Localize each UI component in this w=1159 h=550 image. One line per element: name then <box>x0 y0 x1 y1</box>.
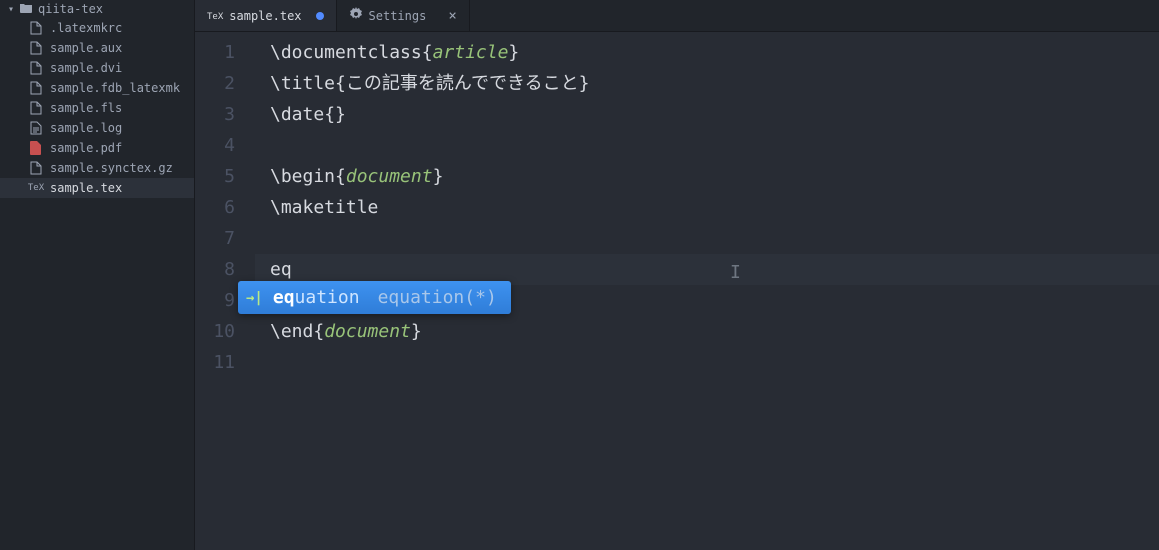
file-name-label: sample.fls <box>50 101 122 115</box>
folder-name: qiita-tex <box>38 2 103 16</box>
line-number: 11 <box>195 347 235 378</box>
line-number: 8 <box>195 254 235 285</box>
file-name-label: sample.tex <box>50 181 122 195</box>
token-cmd: \title <box>270 73 335 94</box>
log-file-icon <box>28 121 44 135</box>
token-brace: { <box>335 166 346 187</box>
tree-file-item[interactable]: .latexmkrc <box>0 18 194 38</box>
tree-file-item[interactable]: sample.aux <box>0 38 194 58</box>
folder-icon <box>20 2 32 16</box>
chevron-down-icon: ▾ <box>8 4 18 15</box>
code-line[interactable]: \documentclass{article} <box>255 37 1159 68</box>
tree-file-item[interactable]: sample.synctex.gz <box>0 158 194 178</box>
pdf-file-icon <box>28 141 44 155</box>
code-line[interactable] <box>255 130 1159 161</box>
settings-icon <box>349 7 363 24</box>
token-brace: { <box>313 321 324 342</box>
modified-indicator-icon <box>316 12 324 20</box>
line-number: 7 <box>195 223 235 254</box>
token-brace: } <box>579 73 590 94</box>
code-line[interactable]: \end{document} <box>255 316 1159 347</box>
code-line[interactable]: \maketitle <box>255 192 1159 223</box>
close-icon[interactable]: × <box>448 8 456 24</box>
tree-file-item[interactable]: TeX sample.tex <box>0 178 194 198</box>
tab-label: sample.tex <box>229 9 301 23</box>
file-file-icon <box>28 101 44 115</box>
code-line[interactable] <box>255 223 1159 254</box>
line-number: 3 <box>195 99 235 130</box>
file-file-icon <box>28 41 44 55</box>
tree-file-item[interactable]: sample.pdf <box>0 138 194 158</box>
autocomplete-popup[interactable]: →| equation equation(*) <box>238 281 511 314</box>
autocomplete-match: eq <box>273 287 295 308</box>
tab-bar: TeX sample.tex Settings × <box>195 0 1159 32</box>
token-cmd: \begin <box>270 166 335 187</box>
file-file-icon <box>28 21 44 35</box>
line-number: 6 <box>195 192 235 223</box>
token-cmd: \documentclass <box>270 42 422 63</box>
line-number: 1 <box>195 37 235 68</box>
code-line[interactable] <box>255 347 1159 378</box>
file-name-label: sample.aux <box>50 41 122 55</box>
token-cmd: \end <box>270 321 313 342</box>
token-brace: {} <box>324 104 346 125</box>
line-number: 10 <box>195 316 235 347</box>
tab-label: Settings <box>369 9 427 23</box>
file-name-label: sample.dvi <box>50 61 122 75</box>
token-brace: { <box>335 73 346 94</box>
file-name-label: sample.log <box>50 121 122 135</box>
code-line[interactable]: \title{この記事を読んでできること} <box>255 68 1159 99</box>
autocomplete-rest: uation <box>295 287 360 308</box>
tex-file-icon: TeX <box>28 183 44 193</box>
tree-file-item[interactable]: sample.log <box>0 118 194 138</box>
file-name-label: sample.pdf <box>50 141 122 155</box>
file-file-icon <box>28 161 44 175</box>
tree-file-item[interactable]: sample.fdb_latexmk <box>0 78 194 98</box>
code-line[interactable]: \date{} <box>255 99 1159 130</box>
token-arg: article <box>433 42 509 63</box>
snippet-icon: →| <box>246 290 263 306</box>
code-line[interactable]: \begin{document} <box>255 161 1159 192</box>
file-file-icon <box>28 61 44 75</box>
tex-icon: TeX <box>207 9 223 22</box>
line-number: 4 <box>195 130 235 161</box>
line-number: 5 <box>195 161 235 192</box>
tree-file-item[interactable]: sample.dvi <box>0 58 194 78</box>
token-arg: document <box>346 166 433 187</box>
token-brace: { <box>422 42 433 63</box>
token-brace: } <box>411 321 422 342</box>
tab-sample-tex[interactable]: TeX sample.tex <box>195 0 337 31</box>
file-name-label: sample.fdb_latexmk <box>50 81 180 95</box>
token-brace: } <box>433 166 444 187</box>
file-name-label: sample.synctex.gz <box>50 161 173 175</box>
token-text: eq <box>270 259 292 280</box>
file-file-icon <box>28 81 44 95</box>
file-name-label: .latexmkrc <box>50 21 122 35</box>
editor-main: TeX sample.tex Settings × 1234567891011 \do… <box>195 0 1159 550</box>
token-brace: } <box>508 42 519 63</box>
tab-settings[interactable]: Settings × <box>337 0 470 31</box>
line-number: 9 <box>195 285 235 316</box>
token-cmd: \date <box>270 104 324 125</box>
token-text: この記事を読んでできること <box>346 73 579 94</box>
tree-file-item[interactable]: sample.fls <box>0 98 194 118</box>
tree-folder-root[interactable]: ▾ qiita-tex <box>0 0 194 18</box>
file-tree-sidebar[interactable]: ▾ qiita-tex .latexmkrc sample.aux sample.d… <box>0 0 195 550</box>
line-number: 2 <box>195 68 235 99</box>
token-cmd: \maketitle <box>270 197 378 218</box>
token-arg: document <box>324 321 411 342</box>
autocomplete-hint: equation(*) <box>378 287 497 308</box>
